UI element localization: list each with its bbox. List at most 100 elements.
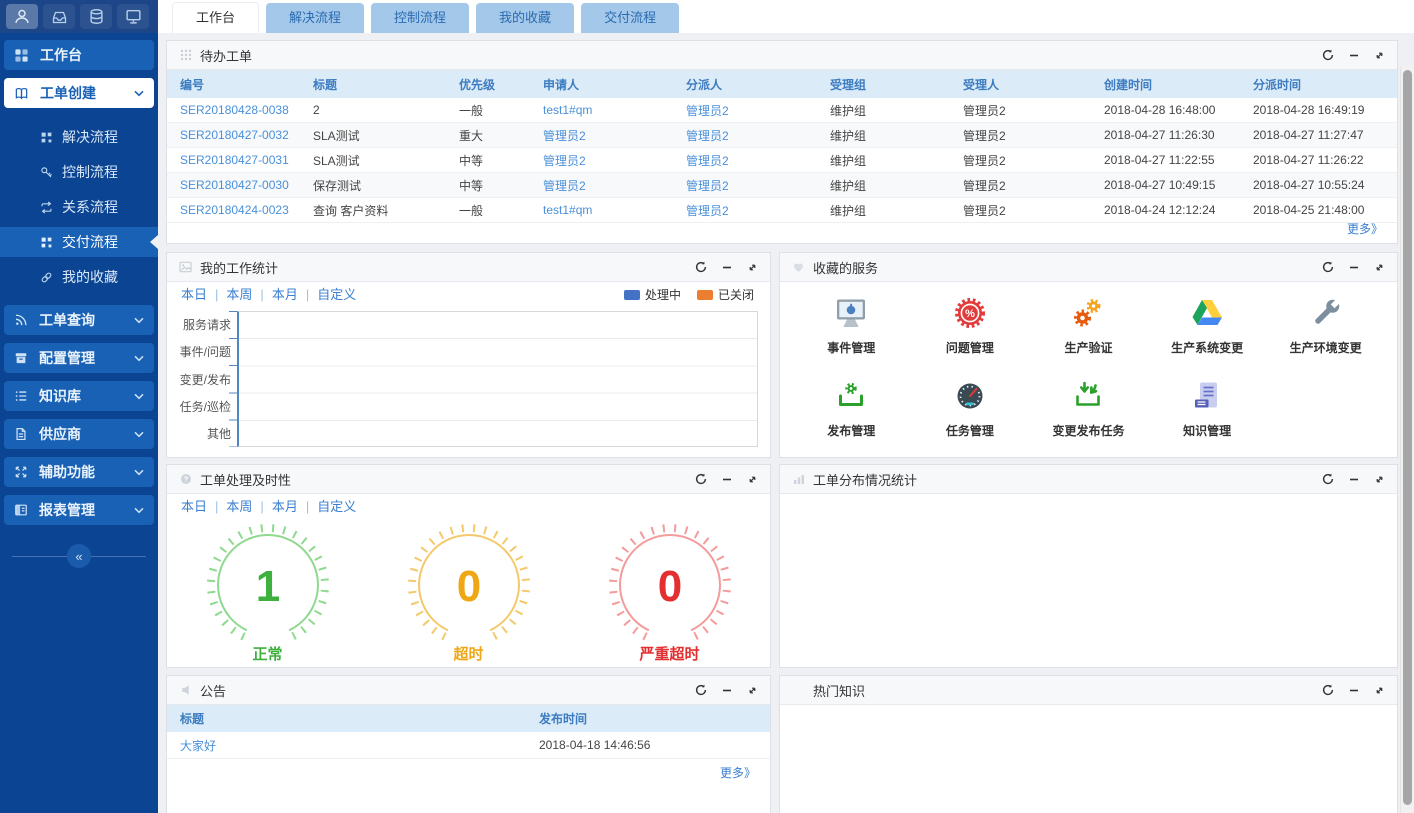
ticket-id-link[interactable]: SER20180427-0030 [167,173,313,198]
minimize-icon[interactable] [722,474,732,484]
service-release-mgmt[interactable]: 发布管理 [792,378,911,439]
expand-icon[interactable] [747,262,758,273]
assigner-link[interactable]: 管理员2 [686,173,830,198]
expand-icon[interactable] [747,474,758,485]
ticket-id-link[interactable]: SER20180427-0032 [167,123,313,148]
service-knowledge-mgmt[interactable]: 知识管理 [1148,378,1267,439]
sidebar-item-ticket-create[interactable]: 工单创建 [4,78,154,108]
sidebar-item-control-flow[interactable]: 控制流程 [0,157,158,187]
refresh-icon[interactable] [1322,684,1334,696]
legend-label: 已关闭 [718,286,754,303]
sidebar-item-ticket-query[interactable]: 工单查询 [4,305,154,335]
chevron-down-icon [134,431,144,438]
service-production-system-change[interactable]: 生产系统变更 [1148,295,1267,356]
expand-icon[interactable] [1374,685,1385,696]
notebook-icon [1189,378,1225,414]
service-problem-mgmt[interactable]: % 问题管理 [911,295,1030,356]
minimize-icon[interactable] [722,685,732,695]
user-icon[interactable] [6,4,38,29]
monitor-icon[interactable] [117,4,149,29]
sidebar-item-aux-functions[interactable]: 辅助功能 [4,457,154,487]
refresh-icon[interactable] [695,684,707,696]
ticket-id-link[interactable]: SER20180428-0038 [167,98,313,123]
sidebar-item-supplier[interactable]: 供应商 [4,419,154,449]
more-link[interactable]: 更多》 [720,764,756,781]
sidebar-item-label: 控制流程 [62,162,118,182]
sidebar-item-config-mgmt[interactable]: 配置管理 [4,343,154,373]
service-incident-mgmt[interactable]: 事件管理 [792,295,911,356]
vertical-scrollbar[interactable] [1400,66,1414,813]
filter-custom[interactable]: 自定义 [317,284,356,303]
ticket-id-link[interactable]: SER20180424-0023 [167,198,313,223]
database-icon[interactable] [80,4,112,29]
sidebar-item-label: 工单查询 [39,310,95,330]
chart-plot-area [237,311,758,447]
filter-custom[interactable]: 自定义 [317,496,356,515]
assigner-link[interactable]: 管理员2 [686,98,830,123]
minimize-icon[interactable] [1349,50,1359,60]
refresh-icon[interactable] [695,261,707,273]
sidebar-item-workbench[interactable]: 工作台 [4,40,154,70]
sidebar-item-label: 报表管理 [39,500,95,520]
sidebar-collapse-button[interactable]: « [67,544,91,568]
refresh-icon[interactable] [1322,473,1334,485]
assigner-link[interactable]: 管理员2 [686,198,830,223]
sidebar-item-delivery-flow[interactable]: 交付流程 [0,227,158,257]
bar-chart-icon [792,473,805,485]
col-group: 受理组 [830,70,963,98]
minimize-icon[interactable] [722,262,732,272]
service-production-verify[interactable]: 生产验证 [1029,295,1148,356]
refresh-icon[interactable] [695,473,707,485]
sidebar-item-report-mgmt[interactable]: 报表管理 [4,495,154,525]
expand-icon[interactable] [1374,262,1385,273]
filter-today[interactable]: 本日 [181,496,226,515]
sidebar-item-knowledge-base[interactable]: 知识库 [4,381,154,411]
filter-week[interactable]: 本周 [226,496,271,515]
filter-today[interactable]: 本日 [181,284,226,303]
service-production-env-change[interactable]: 生产环境变更 [1266,295,1385,356]
ticket-id-link[interactable]: SER20180427-0031 [167,148,313,173]
expand-icon[interactable] [747,685,758,696]
legend-closed: 已关闭 [697,286,754,303]
tab-my-favorites[interactable]: 我的收藏 [476,3,574,33]
tab-resolve-flow[interactable]: 解决流程 [266,3,364,33]
assigner-link[interactable]: 管理员2 [686,148,830,173]
applicant-link[interactable]: 管理员2 [543,173,686,198]
service-task-mgmt[interactable]: 任务管理 [911,378,1030,439]
expand-icon[interactable] [1374,474,1385,485]
filter-week[interactable]: 本周 [226,284,271,303]
assigner-link[interactable]: 管理员2 [686,123,830,148]
sidebar-item-label: 交付流程 [62,232,118,252]
tab-control-flow[interactable]: 控制流程 [371,3,469,33]
service-change-release-task[interactable]: 变更发布任务 [1029,378,1148,439]
applicant-link[interactable]: 管理员2 [543,148,686,173]
applicant-link[interactable]: test1#qm [543,198,686,223]
refresh-icon[interactable] [1322,49,1334,61]
refresh-icon[interactable] [1322,261,1334,273]
more-link[interactable]: 更多》 [1347,220,1383,237]
tab-delivery-flow[interactable]: 交付流程 [581,3,679,33]
minimize-icon[interactable] [1349,262,1359,272]
announcement-title-link[interactable]: 大家好 [167,737,539,754]
col-created: 创建时间 [1104,70,1253,98]
tab-workbench[interactable]: 工作台 [172,2,259,33]
applicant-link[interactable]: 管理员2 [543,123,686,148]
minimize-icon[interactable] [1349,474,1359,484]
table-row: SER20180427-0031 SLA测试 中等 管理员2 管理员2 维护组 … [167,148,1397,173]
applicant-link[interactable]: test1#qm [543,98,686,123]
inbox-icon[interactable] [43,4,75,29]
sidebar-item-label: 解决流程 [62,127,118,147]
sidebar-item-my-favorites[interactable]: 我的收藏 [0,262,158,292]
ticket-title: 查询 客户资料 [313,198,459,223]
minimize-icon[interactable] [1349,685,1359,695]
filter-month[interactable]: 本月 [272,284,317,303]
sidebar-item-resolve-flow[interactable]: 解决流程 [0,122,158,152]
scrollbar-thumb[interactable] [1403,70,1412,805]
panel-work-stats: 我的工作统计 本日 本周 本月 自定义 处理中 已关闭 服务请求 事件/问题 变… [166,252,771,458]
filter-month[interactable]: 本月 [272,496,317,515]
expand-icon[interactable] [1374,50,1385,61]
col-title: 标题 [167,710,539,727]
ticket-group: 维护组 [830,198,963,223]
grid-icon [14,48,29,63]
sidebar-item-relation-flow[interactable]: 关系流程 [0,192,158,222]
